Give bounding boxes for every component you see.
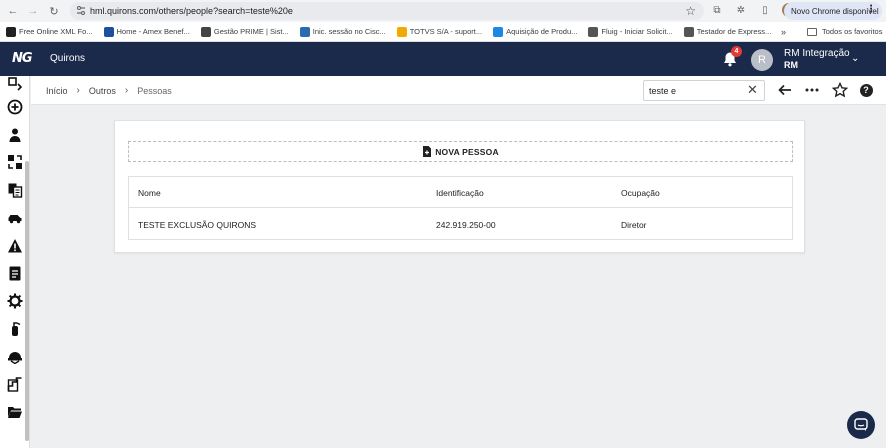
favicon-icon bbox=[683, 26, 694, 37]
app-header: NG Quirons 4 R RM Integração RM ⌄ bbox=[0, 42, 886, 76]
bookmark-item[interactable]: Aquisição de Produ... bbox=[493, 26, 578, 37]
favicon-icon bbox=[588, 26, 599, 37]
sidebar-scrollbar[interactable] bbox=[25, 161, 29, 441]
back-arrow-icon[interactable] bbox=[777, 82, 793, 98]
translate-icon[interactable]: ⧉ bbox=[710, 3, 724, 17]
extensions-icon[interactable]: ✲ bbox=[734, 3, 748, 17]
user-name[interactable]: RM Integração bbox=[784, 48, 850, 60]
breadcrumb-current: Pessoas bbox=[137, 85, 172, 96]
bookmark-item[interactable]: Testador de Express... bbox=[683, 26, 772, 37]
column-header-identificacao[interactable]: Identificação bbox=[436, 188, 484, 198]
bookmark-label: Fluig - Iniciar Solicit... bbox=[601, 27, 673, 36]
stairs-icon[interactable] bbox=[7, 376, 23, 392]
new-person-button[interactable]: NOVA PESSOA bbox=[128, 141, 793, 162]
people-table: Nome Identificação Ocupação TESTE EXCLUS… bbox=[128, 176, 793, 240]
url-text: hml.quirons.com/others/people?search=tes… bbox=[90, 6, 293, 16]
favicon-icon bbox=[200, 26, 211, 37]
add-circle-icon[interactable] bbox=[7, 99, 23, 115]
sidepanel-icon[interactable]: ▯ bbox=[758, 3, 772, 17]
gear-icon[interactable] bbox=[7, 293, 23, 309]
bookmark-item[interactable]: Home - Amex Benef... bbox=[103, 26, 190, 37]
browser-toolbar: ← → ↻ hml.quirons.com/others/people?sear… bbox=[0, 0, 886, 22]
new-person-label: NOVA PESSOA bbox=[435, 146, 499, 157]
reload-icon[interactable]: ↻ bbox=[45, 2, 63, 20]
helmet-icon[interactable] bbox=[7, 348, 23, 364]
favicon-icon bbox=[6, 26, 16, 37]
bookmark-item[interactable]: Gestão PRIME | Sist... bbox=[200, 26, 289, 37]
favicon-icon bbox=[396, 26, 407, 37]
app-name: Quirons bbox=[50, 53, 86, 64]
clear-search-icon[interactable]: ✕ bbox=[747, 82, 758, 98]
cell-ocupacao: Diretor bbox=[621, 220, 647, 230]
favicon-icon bbox=[299, 26, 310, 37]
address-bar[interactable]: hml.quirons.com/others/people?search=tes… bbox=[70, 2, 704, 20]
cell-nome: TESTE EXCLUSÃO QUIRONS bbox=[138, 220, 257, 230]
breadcrumb-home[interactable]: Início bbox=[46, 86, 68, 96]
app-logo[interactable]: NG bbox=[12, 51, 33, 66]
column-header-ocupacao[interactable]: Ocupação bbox=[621, 188, 660, 198]
bookmarks-bar: Free Online XML Fo... Home - Amex Benef..… bbox=[0, 22, 886, 42]
menu-toggle-icon[interactable] bbox=[7, 76, 23, 92]
bookmark-item[interactable]: TOTVS S/A - suport... bbox=[396, 26, 483, 37]
transfer-icon[interactable] bbox=[7, 154, 23, 170]
table-row[interactable]: TESTE EXCLUSÃO QUIRONS 242.919.250-00 Di… bbox=[129, 209, 792, 240]
all-bookmarks-button[interactable]: Todos os favoritos bbox=[807, 27, 882, 36]
more-horizontal-icon[interactable] bbox=[804, 82, 820, 98]
user-company: RM bbox=[784, 60, 798, 70]
forward-arrow-icon[interactable]: → bbox=[24, 2, 42, 20]
help-icon[interactable]: ? bbox=[858, 82, 874, 98]
favicon-icon bbox=[493, 26, 504, 37]
bookmarks-more-button[interactable]: » bbox=[781, 27, 786, 37]
bookmark-label: Aquisição de Produ... bbox=[506, 27, 578, 36]
back-arrow-icon[interactable]: ← bbox=[4, 2, 22, 20]
chevron-right-icon: › bbox=[76, 85, 80, 96]
chat-icon bbox=[854, 418, 868, 431]
site-settings-icon[interactable] bbox=[76, 5, 86, 17]
table-header-row: Nome Identificação Ocupação bbox=[129, 177, 792, 208]
breadcrumb-bar: Início › Outros › Pessoas ✕ ? bbox=[31, 76, 886, 105]
chrome-update-button[interactable]: Novo Chrome disponível ⋮ bbox=[784, 2, 882, 20]
clipboard-icon[interactable] bbox=[7, 265, 23, 281]
people-icon[interactable] bbox=[7, 127, 23, 143]
chevron-right-icon: › bbox=[124, 85, 129, 96]
column-header-nome[interactable]: Nome bbox=[138, 188, 161, 198]
favorite-star-icon[interactable] bbox=[832, 82, 848, 98]
bookmark-item[interactable]: Inic. sessão no Cisc... bbox=[299, 26, 386, 37]
breadcrumb-outros[interactable]: Outros bbox=[89, 86, 116, 96]
bookmark-item[interactable]: Free Online XML Fo... bbox=[6, 26, 93, 37]
bookmark-label: Home - Amex Benef... bbox=[116, 27, 190, 36]
bookmark-item[interactable]: Fluig - Iniciar Solicit... bbox=[588, 26, 673, 37]
add-document-icon bbox=[423, 146, 432, 157]
notification-badge: 4 bbox=[731, 46, 742, 57]
sidebar bbox=[0, 76, 30, 448]
car-icon[interactable] bbox=[7, 210, 23, 226]
bookmark-star-icon[interactable]: ☆ bbox=[685, 4, 696, 18]
chevron-down-icon[interactable]: ⌄ bbox=[851, 53, 859, 64]
bookmark-label: TOTVS S/A - suport... bbox=[409, 27, 483, 36]
warning-icon[interactable] bbox=[7, 238, 23, 254]
cell-identificacao: 242.919.250-00 bbox=[436, 220, 496, 230]
user-avatar[interactable]: R bbox=[751, 49, 773, 71]
documents-icon[interactable] bbox=[7, 182, 23, 198]
folder-icon bbox=[807, 27, 817, 36]
extinguisher-icon[interactable] bbox=[7, 321, 23, 337]
all-bookmarks-label: Todos os favoritos bbox=[822, 27, 883, 36]
bookmark-label: Testador de Express... bbox=[696, 27, 772, 36]
bookmark-label: Gestão PRIME | Sist... bbox=[213, 27, 289, 36]
more-vert-icon[interactable]: ⋮ bbox=[866, 4, 876, 15]
bookmark-label: Inic. sessão no Cisc... bbox=[312, 27, 386, 36]
bookmark-label: Free Online XML Fo... bbox=[19, 27, 93, 36]
people-card: NOVA PESSOA Nome Identificação Ocupação … bbox=[114, 120, 805, 253]
favicon-icon bbox=[103, 26, 114, 37]
breadcrumb: Início › Outros › Pessoas bbox=[46, 85, 172, 96]
folder-open-icon[interactable] bbox=[7, 404, 23, 420]
chat-widget-button[interactable] bbox=[847, 411, 875, 439]
